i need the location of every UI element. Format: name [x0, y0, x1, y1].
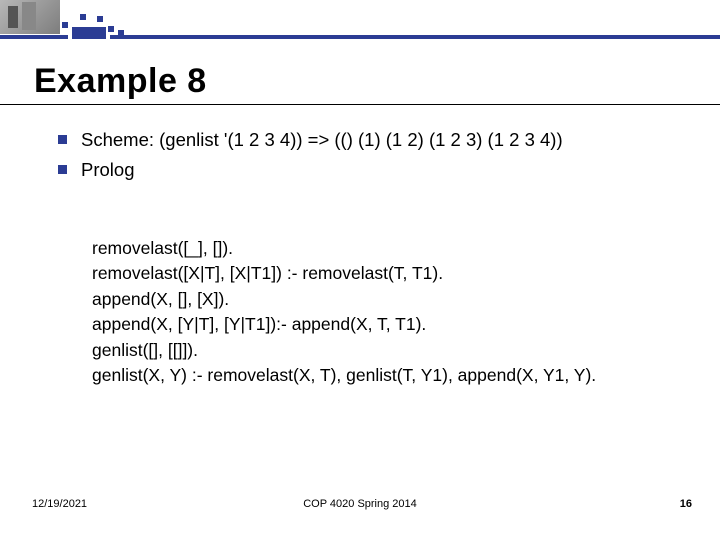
header-square: [108, 26, 114, 32]
list-item: Scheme: (genlist '(1 2 3 4)) => (() (1) …: [58, 128, 678, 152]
title-divider: [0, 104, 720, 105]
footer-page-number: 16: [680, 498, 692, 510]
code-line: removelast([_], []).: [92, 236, 692, 261]
header-decoration: [0, 0, 720, 40]
code-line: genlist([], [[]]).: [92, 338, 692, 363]
header-square: [62, 22, 68, 28]
bullet-icon: [58, 135, 67, 144]
bullet-icon: [58, 165, 67, 174]
header-stripe: [110, 35, 720, 39]
list-item: Prolog: [58, 158, 678, 182]
header-square: [80, 14, 86, 20]
bullet-list: Scheme: (genlist '(1 2 3 4)) => (() (1) …: [58, 128, 678, 189]
list-item-text: Prolog: [81, 158, 678, 182]
header-stripe: [72, 27, 106, 39]
code-line: append(X, [], [X]).: [92, 287, 692, 312]
code-line: removelast([X|T], [X|T1]) :- removelast(…: [92, 261, 692, 286]
code-line: append(X, [Y|T], [Y|T1]):- append(X, T, …: [92, 312, 692, 337]
header-square: [118, 30, 124, 36]
code-block: removelast([_], []). removelast([X|T], […: [92, 236, 692, 388]
list-item-text: Scheme: (genlist '(1 2 3 4)) => (() (1) …: [81, 128, 678, 152]
header-stripe: [0, 35, 68, 39]
header-square: [97, 16, 103, 22]
header-image: [0, 0, 60, 34]
footer-course: COP 4020 Spring 2014: [0, 498, 720, 510]
code-line: genlist(X, Y) :- removelast(X, T), genli…: [92, 363, 692, 388]
slide-title: Example 8: [34, 62, 207, 101]
